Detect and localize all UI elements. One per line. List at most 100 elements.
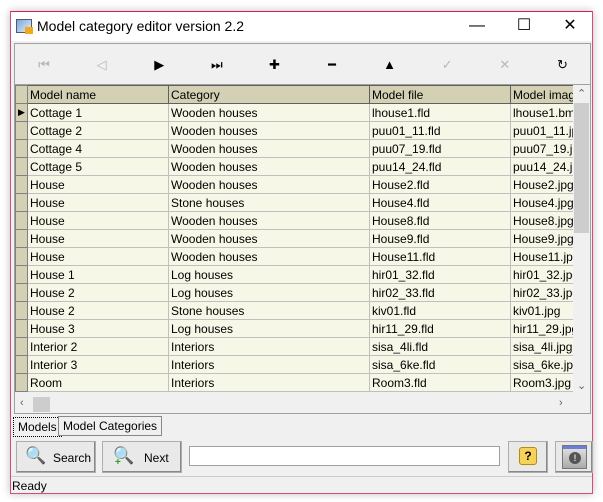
cell-model-name[interactable]: House 3 bbox=[27, 319, 169, 338]
cell-model-file[interactable]: House8.fld bbox=[369, 211, 511, 230]
cell-category[interactable]: Wooden houses bbox=[168, 103, 370, 122]
column-header-model-name[interactable]: Model name bbox=[27, 85, 169, 104]
cell-category[interactable]: Interiors bbox=[168, 373, 370, 392]
cell-model-file[interactable]: lhouse1.fld bbox=[369, 103, 511, 122]
maximize-button[interactable]: ☐ bbox=[501, 12, 547, 41]
close-button[interactable]: ✕ bbox=[547, 12, 593, 41]
scroll-left-icon[interactable]: ‹ bbox=[20, 397, 24, 409]
scroll-up-icon[interactable]: ⌃ bbox=[577, 87, 586, 100]
cell-category[interactable]: Interiors bbox=[168, 337, 370, 356]
table-row[interactable]: House Stone houses House4.fld House4.jpg bbox=[15, 193, 587, 212]
row-indicator[interactable] bbox=[15, 157, 28, 176]
cell-model-name[interactable]: Cottage 4 bbox=[27, 139, 169, 158]
cell-category[interactable]: Wooden houses bbox=[168, 175, 370, 194]
cell-model-file[interactable]: House11.fld bbox=[369, 247, 511, 266]
next-record-button[interactable]: ▶ bbox=[144, 55, 174, 75]
horizontal-scroll-thumb[interactable] bbox=[33, 397, 50, 412]
cell-model-file[interactable]: puu07_19.fld bbox=[369, 139, 511, 158]
cell-category[interactable]: Wooden houses bbox=[168, 229, 370, 248]
cell-category[interactable]: Wooden houses bbox=[168, 247, 370, 266]
cell-model-file[interactable]: hir01_32.fld bbox=[369, 265, 511, 284]
vertical-scroll-thumb[interactable] bbox=[574, 103, 589, 233]
table-row[interactable]: Cottage 4 Wooden houses puu07_19.fld puu07_… bbox=[15, 139, 587, 158]
table-row[interactable]: Cottage 5 Wooden houses puu14_24.fld puu14_… bbox=[15, 157, 587, 176]
cell-model-file[interactable]: sisa_6ke.fld bbox=[369, 355, 511, 374]
table-row[interactable]: ▶ Cottage 1 Wooden houses lhouse1.fld lhouse… bbox=[15, 103, 587, 122]
table-row[interactable]: House 3 Log houses hir11_29.fld hir11_29.jp… bbox=[15, 319, 587, 338]
cell-model-name[interactable]: House bbox=[27, 211, 169, 230]
cell-category[interactable]: Wooden houses bbox=[168, 211, 370, 230]
search-input[interactable] bbox=[189, 446, 500, 466]
table-row[interactable]: House 2 Stone houses kiv01.fld kiv01.jpg bbox=[15, 301, 587, 320]
cell-model-name[interactable]: Room bbox=[27, 373, 169, 392]
table-row[interactable]: Interior 2 Interiors sisa_4li.fld sisa_4li.… bbox=[15, 337, 587, 356]
cell-category[interactable]: Log houses bbox=[168, 283, 370, 302]
horizontal-scrollbar[interactable]: ‹ › bbox=[15, 396, 573, 413]
table-row[interactable]: Interior 3 Interiors sisa_6ke.fld sisa_6ke.… bbox=[15, 355, 587, 374]
cell-model-file[interactable]: hir02_33.fld bbox=[369, 283, 511, 302]
table-row[interactable]: House Wooden houses House11.fld House11.jpg bbox=[15, 247, 587, 266]
cell-model-name[interactable]: House 2 bbox=[27, 283, 169, 302]
table-row[interactable]: House Wooden houses House2.fld House2.jpg bbox=[15, 175, 587, 194]
next-button[interactable]: 🔍 + Next bbox=[102, 441, 182, 473]
cell-model-file[interactable]: puu14_24.fld bbox=[369, 157, 511, 176]
cell-model-name[interactable]: House bbox=[27, 193, 169, 212]
cell-model-name[interactable]: Interior 2 bbox=[27, 337, 169, 356]
cell-category[interactable]: Wooden houses bbox=[168, 157, 370, 176]
column-header-category[interactable]: Category bbox=[168, 85, 370, 104]
scroll-down-icon[interactable]: ⌄ bbox=[577, 379, 586, 392]
tab-models[interactable]: Models bbox=[13, 417, 62, 437]
table-row[interactable]: House 1 Log houses hir01_32.fld hir01_32.jp… bbox=[15, 265, 587, 284]
cell-model-file[interactable]: House9.fld bbox=[369, 229, 511, 248]
prior-record-button[interactable]: ◁ bbox=[87, 55, 117, 75]
cell-category[interactable]: Log houses bbox=[168, 265, 370, 284]
row-indicator[interactable] bbox=[15, 301, 28, 320]
cell-model-name[interactable]: Cottage 5 bbox=[27, 157, 169, 176]
help-button[interactable]: ? bbox=[508, 441, 548, 473]
cell-model-file[interactable]: hir11_29.fld bbox=[369, 319, 511, 338]
cell-model-name[interactable]: House 1 bbox=[27, 265, 169, 284]
row-indicator[interactable] bbox=[15, 337, 28, 356]
table-row[interactable]: Cottage 2 Wooden houses puu01_11.fld puu01_… bbox=[15, 121, 587, 140]
cancel-edit-button[interactable]: ✕ bbox=[490, 55, 520, 75]
last-record-button[interactable]: ⏭ bbox=[202, 55, 232, 75]
row-indicator[interactable] bbox=[15, 211, 28, 230]
insert-record-button[interactable]: ✚ bbox=[259, 55, 289, 75]
scroll-right-icon[interactable]: › bbox=[559, 397, 563, 409]
row-indicator[interactable] bbox=[15, 193, 28, 212]
refresh-button[interactable]: ↻ bbox=[547, 55, 577, 75]
row-indicator[interactable] bbox=[15, 139, 28, 158]
table-row[interactable]: House 2 Log houses hir02_33.fld hir02_33.jp… bbox=[15, 283, 587, 302]
cell-category[interactable]: Stone houses bbox=[168, 301, 370, 320]
cell-model-file[interactable]: kiv01.fld bbox=[369, 301, 511, 320]
cell-model-name[interactable]: Interior 3 bbox=[27, 355, 169, 374]
cell-model-name[interactable]: House bbox=[27, 229, 169, 248]
cell-model-name[interactable]: Cottage 1 bbox=[27, 103, 169, 122]
row-indicator[interactable] bbox=[15, 373, 28, 392]
cell-model-name[interactable]: House bbox=[27, 175, 169, 194]
cell-model-name[interactable]: House bbox=[27, 247, 169, 266]
edit-record-button[interactable]: ▲ bbox=[375, 55, 405, 75]
cell-category[interactable]: Interiors bbox=[168, 355, 370, 374]
tab-model-categories[interactable]: Model Categories bbox=[58, 416, 163, 436]
delete-record-button[interactable]: ━ bbox=[317, 55, 347, 75]
vertical-scrollbar[interactable]: ⌃ ⌄ bbox=[573, 85, 590, 396]
cell-model-name[interactable]: Cottage 2 bbox=[27, 121, 169, 140]
table-row[interactable]: House Wooden houses House9.fld House9.jpg bbox=[15, 229, 587, 248]
row-indicator[interactable] bbox=[15, 175, 28, 194]
row-indicator[interactable] bbox=[15, 247, 28, 266]
about-button[interactable]: ! bbox=[555, 441, 593, 473]
cell-model-file[interactable]: Room3.fld bbox=[369, 373, 511, 392]
post-edit-button[interactable]: ✓ bbox=[432, 55, 462, 75]
row-indicator[interactable] bbox=[15, 355, 28, 374]
cell-category[interactable]: Wooden houses bbox=[168, 139, 370, 158]
cell-category[interactable]: Stone houses bbox=[168, 193, 370, 212]
table-row[interactable]: House Wooden houses House8.fld House8.jpg bbox=[15, 211, 587, 230]
row-indicator[interactable] bbox=[15, 283, 28, 302]
cell-model-file[interactable]: House2.fld bbox=[369, 175, 511, 194]
cell-model-name[interactable]: House 2 bbox=[27, 301, 169, 320]
cell-category[interactable]: Wooden houses bbox=[168, 121, 370, 140]
cell-category[interactable]: Log houses bbox=[168, 319, 370, 338]
row-indicator[interactable] bbox=[15, 319, 28, 338]
column-header-model-file[interactable]: Model file bbox=[369, 85, 511, 104]
